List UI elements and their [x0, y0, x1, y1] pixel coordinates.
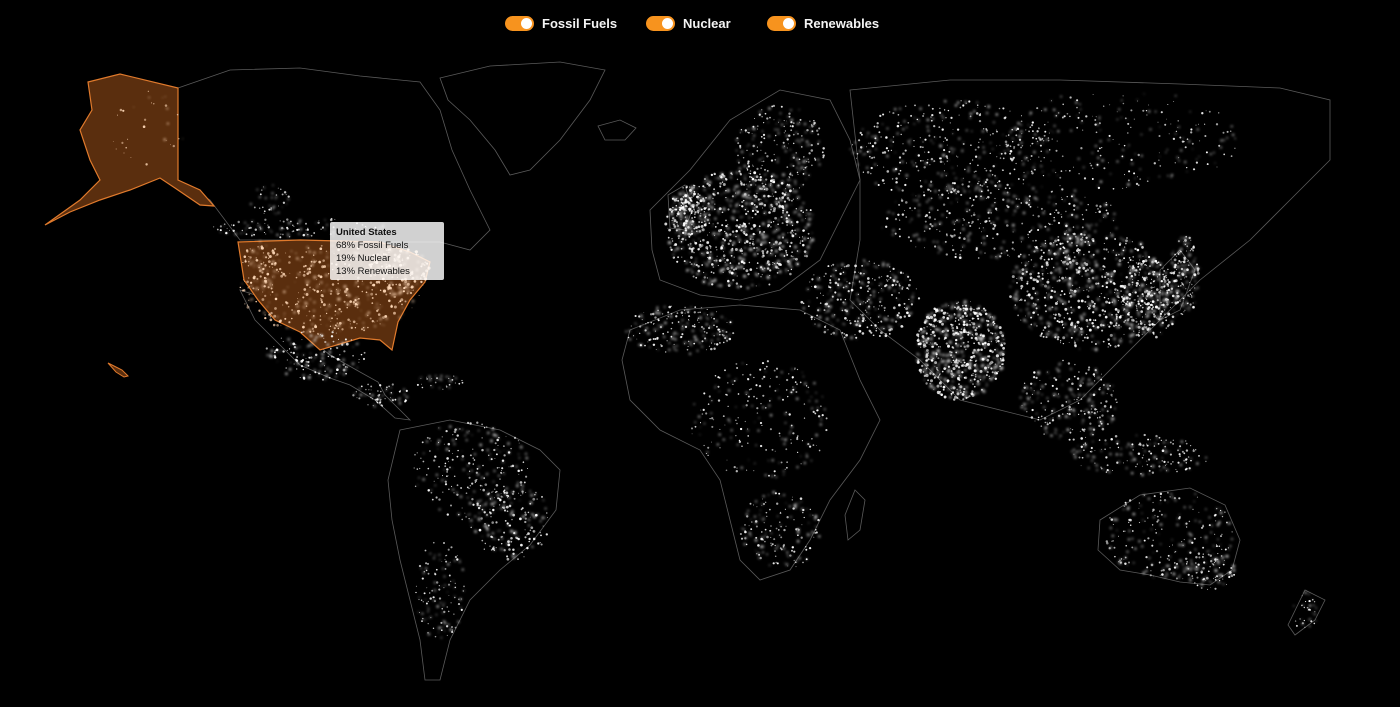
country-borders [177, 61, 1331, 681]
fossil-fuels-label: Fossil Fuels [542, 15, 618, 31]
city-lights-sharp [112, 90, 1316, 638]
nuclear-switch[interactable] [646, 15, 675, 31]
energy-source-legend: Fossil Fuels Nuclear Renewables [0, 12, 1400, 34]
country-tooltip: United States 68% Fossil Fuels 19% Nucle… [330, 222, 444, 280]
continent-south-america [387, 419, 561, 681]
fossil-fuels-toggle[interactable]: Fossil Fuels [505, 12, 617, 34]
fossil-fuels-switch[interactable] [505, 15, 534, 31]
tooltip-renewables-share: 13% Renewables [336, 266, 410, 277]
renewables-label: Renewables [804, 15, 880, 31]
country-australia [1097, 487, 1241, 586]
country-usa-hawaii [107, 362, 129, 378]
country-usa-alaska [44, 73, 216, 226]
country-greenland [439, 61, 606, 176]
renewables-toggle[interactable]: Renewables [767, 12, 879, 34]
country-new-zealand [1287, 589, 1326, 636]
tooltip-country-name: United States [336, 227, 397, 238]
nuclear-label: Nuclear [683, 15, 731, 31]
continent-asia [849, 79, 1331, 421]
country-madagascar [844, 489, 866, 541]
switch-knob [783, 17, 794, 29]
tooltip-nuclear-share: 19% Nuclear [336, 253, 391, 264]
switch-knob [662, 17, 673, 29]
renewables-switch[interactable] [767, 15, 796, 31]
switch-knob [521, 17, 532, 29]
nuclear-toggle[interactable]: Nuclear [646, 12, 731, 34]
city-lights [133, 93, 1317, 639]
world-night-lights-map[interactable] [0, 40, 1400, 707]
country-iceland [597, 119, 637, 141]
tooltip-fossil-share: 68% Fossil Fuels [336, 240, 409, 251]
map-svg[interactable] [0, 40, 1400, 707]
